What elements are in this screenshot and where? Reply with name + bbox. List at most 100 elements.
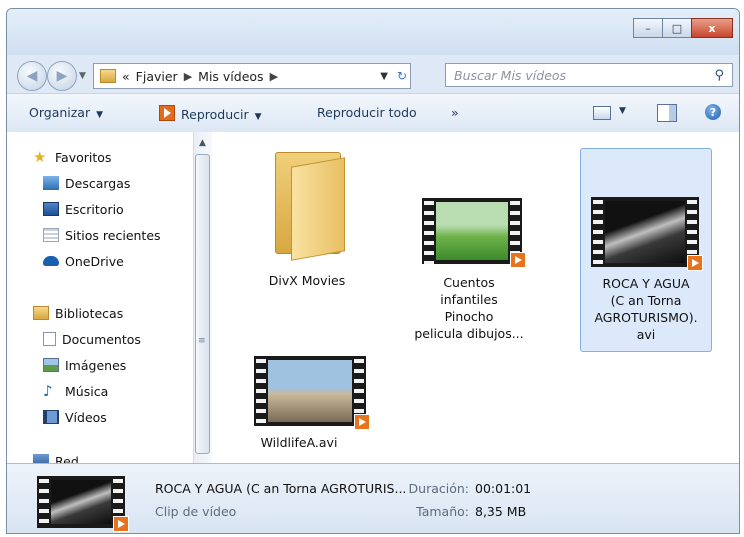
- file-item-wildlifea[interactable]: WildlifeA.avi: [234, 352, 370, 451]
- forward-arrow-icon[interactable]: ▶: [47, 61, 77, 91]
- breadcrumb-mis-videos[interactable]: Mis vídeos: [198, 69, 263, 84]
- address-bar[interactable]: « Fjavier ▶ Mis vídeos ▶ ▼ ↻: [93, 63, 411, 89]
- file-name: Cuentos infantiles Pinocho pelicula dibu…: [404, 274, 534, 342]
- search-input[interactable]: Buscar Mis vídeos ⚲: [445, 63, 733, 87]
- sidebar-item-label: Descargas: [65, 175, 131, 191]
- back-arrow-icon[interactable]: ◀: [17, 61, 47, 91]
- sidebar-item-label: Música: [65, 383, 109, 399]
- file-list: DivX Movies Cuentos infantiles Pinocho p…: [212, 132, 739, 463]
- breadcrumb-chevron-icon[interactable]: ▶: [184, 70, 192, 83]
- title-bar[interactable]: – □ x: [7, 9, 739, 55]
- network-icon: [33, 454, 49, 463]
- folder-icon: [267, 144, 347, 261]
- close-button[interactable]: x: [691, 18, 733, 38]
- file-item-roca-y-agua[interactable]: ROCA Y AGUA (C an Torna AGROTURISMO). av…: [580, 148, 712, 352]
- more-commands-button[interactable]: »: [451, 105, 459, 120]
- file-item-cuentos-infantiles[interactable]: Cuentos infantiles Pinocho pelicula dibu…: [404, 144, 534, 342]
- sidebar-item-label: Favoritos: [55, 149, 112, 165]
- videos-icon: [43, 410, 59, 424]
- search-placeholder: Buscar Mis vídeos: [454, 67, 567, 83]
- navigation-bar: ◀ ▶ ▼ « Fjavier ▶ Mis vídeos ▶ ▼ ↻ Busca…: [7, 57, 739, 93]
- file-name: DivX Movies: [268, 273, 346, 288]
- address-dropdown-icon[interactable]: ▼: [380, 71, 388, 82]
- sidebar-item-red[interactable]: Red: [33, 452, 79, 463]
- sidebar-item-escritorio[interactable]: Escritorio: [43, 200, 124, 218]
- sidebar-item-sitios-recientes[interactable]: Sitios recientes: [43, 226, 161, 244]
- duration-label: Duración:: [408, 481, 469, 496]
- play-all-button[interactable]: Reproducir todo: [317, 105, 417, 120]
- documents-icon: [43, 332, 56, 346]
- sidebar-item-imagenes[interactable]: Imágenes: [43, 356, 126, 374]
- music-note-icon: ♪: [43, 382, 53, 400]
- navigation-pane: ★ Favoritos Descargas Escritorio Sitios …: [7, 132, 193, 463]
- desktop-icon: [43, 202, 59, 216]
- address-overflow[interactable]: «: [122, 69, 130, 84]
- video-thumbnail: [422, 198, 526, 268]
- recent-places-icon: [43, 228, 59, 242]
- play-label: Reproducir: [181, 107, 249, 122]
- video-folder-icon: [100, 69, 116, 83]
- file-name-line: (C an Torna: [610, 293, 682, 308]
- sidebar-item-musica[interactable]: ♪ Música: [43, 382, 108, 400]
- scrollbar-grip-icon: ≡: [198, 336, 206, 346]
- file-name: ROCA Y AGUA (C an Torna AGROTURISMO). av…: [581, 275, 711, 343]
- navigation-scrollbar[interactable]: ▲ ≡: [193, 132, 212, 463]
- libraries-icon: [33, 306, 49, 320]
- size-label: Tamaño:: [416, 504, 469, 519]
- video-play-badge-icon: [113, 516, 129, 532]
- preview-pane-icon[interactable]: [657, 104, 677, 122]
- play-icon: [159, 105, 175, 121]
- change-view-icon[interactable]: [593, 106, 611, 120]
- organize-caret-icon: ▼: [96, 110, 104, 120]
- breadcrumb-chevron-icon[interactable]: ▶: [270, 70, 278, 83]
- sidebar-item-onedrive[interactable]: OneDrive: [43, 252, 124, 270]
- sidebar-item-bibliotecas[interactable]: Bibliotecas: [33, 304, 123, 322]
- sidebar-item-descargas[interactable]: Descargas: [43, 174, 130, 192]
- sidebar-item-label: OneDrive: [65, 253, 124, 269]
- search-icon[interactable]: ⚲: [714, 68, 724, 83]
- breadcrumb-fjavier[interactable]: Fjavier: [136, 69, 178, 84]
- explorer-window: – □ x ◀ ▶ ▼ « Fjavier ▶ Mis vídeos ▶ ▼ ↻…: [6, 8, 740, 534]
- play-caret-icon: ▼: [254, 112, 262, 122]
- file-name-line: ROCA Y AGUA: [602, 276, 690, 291]
- onedrive-cloud-icon: [43, 256, 59, 266]
- view-caret-icon[interactable]: ▼: [619, 106, 626, 116]
- file-name-line: pelicula dibujos...: [414, 326, 524, 341]
- help-icon[interactable]: ?: [705, 104, 721, 120]
- file-name-line: Pinocho: [444, 309, 494, 324]
- minimize-button[interactable]: –: [633, 18, 663, 38]
- pictures-icon: [43, 358, 59, 372]
- sidebar-item-label: Bibliotecas: [55, 305, 124, 321]
- file-name-line: infantiles: [440, 292, 498, 307]
- details-file-name: ROCA Y AGUA (C an Torna AGROTURIS...: [155, 481, 407, 496]
- sidebar-item-label: Imágenes: [65, 357, 127, 373]
- duration-value: 00:01:01: [475, 481, 532, 496]
- scrollbar-thumb[interactable]: [195, 154, 210, 454]
- file-name: WildlifeA.avi: [260, 435, 338, 450]
- size-value: 8,35 MB: [475, 504, 527, 519]
- recent-locations-caret-icon[interactable]: ▼: [79, 71, 86, 81]
- sidebar-item-favoritos[interactable]: ★ Favoritos: [33, 148, 111, 166]
- details-thumbnail: [37, 476, 129, 532]
- sidebar-item-label: Vídeos: [65, 409, 107, 425]
- video-thumbnail: [254, 356, 370, 430]
- sidebar-item-label: Sitios recientes: [65, 227, 161, 243]
- file-name-line: Cuentos: [443, 275, 495, 290]
- maximize-button[interactable]: □: [662, 18, 692, 38]
- video-play-badge-icon: [687, 255, 703, 271]
- sidebar-item-label: Escritorio: [65, 201, 124, 217]
- sidebar-item-label: Documentos: [62, 331, 141, 347]
- play-button[interactable]: Reproducir ▼: [159, 105, 262, 122]
- file-name-line: AGROTURISMO).: [594, 310, 698, 325]
- folder-item-divx-movies[interactable]: DivX Movies: [242, 144, 372, 289]
- window-controls: – □ x: [633, 18, 733, 38]
- file-name-line: avi: [636, 327, 656, 342]
- sidebar-item-documentos[interactable]: Documentos: [43, 330, 141, 348]
- scroll-up-icon[interactable]: ▲: [199, 138, 206, 148]
- command-bar: Organizar ▼ Reproducir ▼ Reproducir todo »…: [7, 93, 739, 133]
- downloads-icon: [43, 176, 59, 190]
- refresh-icon[interactable]: ↻: [397, 69, 407, 83]
- organize-button[interactable]: Organizar ▼: [29, 105, 103, 120]
- star-icon: ★: [33, 148, 47, 166]
- sidebar-item-videos[interactable]: Vídeos: [43, 408, 107, 426]
